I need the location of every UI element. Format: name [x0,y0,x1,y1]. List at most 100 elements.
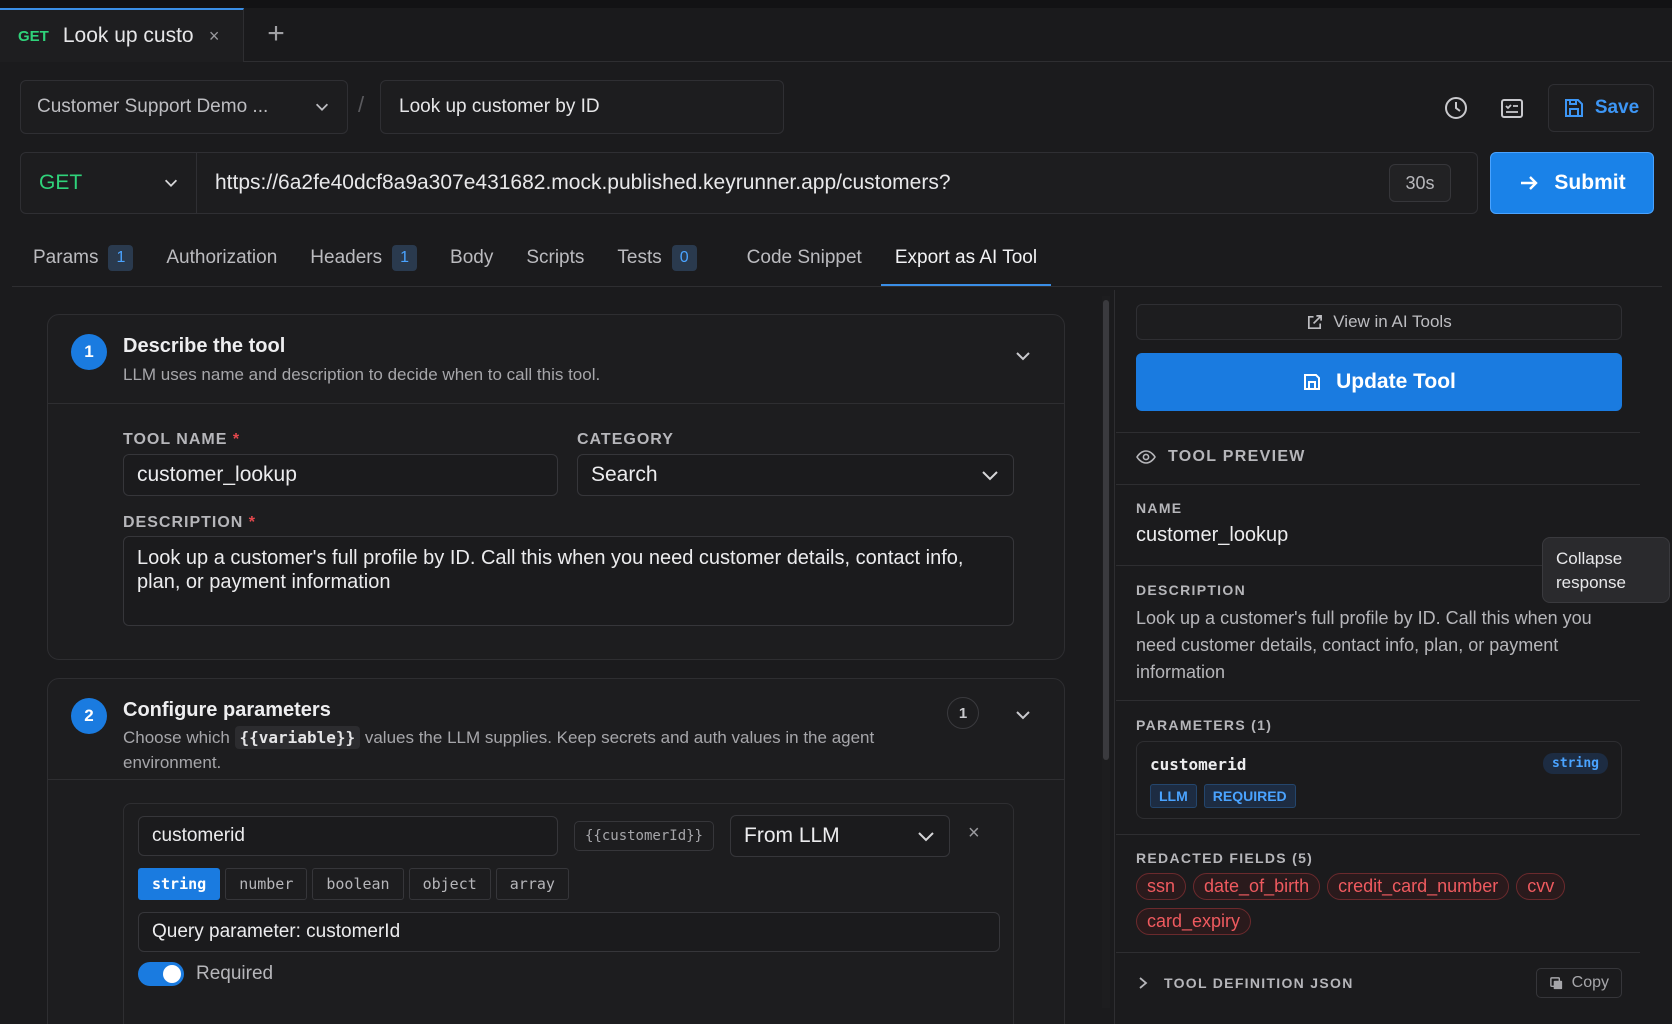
tab-scripts[interactable]: Scripts [526,232,584,284]
request-tabs: Params 1 Authorization Headers 1 Body Scri… [20,232,1070,287]
scrollbar-thumb[interactable] [1103,300,1109,760]
llm-tag: LLM [1150,784,1197,808]
tab-export-ai-tool[interactable]: Export as AI Tool [880,232,1052,287]
tool-name-input[interactable]: customer_lookup [123,454,558,496]
arrow-right-icon [1521,176,1539,190]
tab-title: Look up custo [62,24,194,47]
tab-params[interactable]: Params 1 [33,232,134,284]
tab-authorization[interactable]: Authorization [166,232,277,284]
preview-name-value: customer_lookup [1136,524,1289,546]
tab-label: Scripts [526,247,585,268]
request-tab-bar [0,8,1672,62]
request-tab[interactable]: GET Look up custo × [0,8,244,62]
copy-icon [1549,976,1562,989]
method-value: GET [39,171,83,194]
parameter-name-input[interactable]: customerid [138,816,558,856]
preview-divider [1116,834,1640,835]
submit-label: Submit [1554,171,1626,194]
category-value: Search [591,463,658,486]
preview-param-type: string [1543,753,1608,774]
tab-headers[interactable]: Headers 1 [310,232,418,284]
category-select[interactable]: Search [577,454,1014,496]
chevron-down-icon [315,103,329,111]
redacted-fields-label: REDACTED FIELDS (5) [1136,850,1314,866]
url-input[interactable]: https://6a2fe40dcf8a9a307e431682.mock.pu… [197,171,1389,195]
tab-code-snippet[interactable]: Code Snippet [747,232,862,284]
tool-definition-json-row[interactable]: TOOL DEFINITION JSON Copy [1136,966,1622,1000]
preview-divider [1116,952,1640,953]
type-array-option[interactable]: array [495,868,569,900]
preview-parameter-card: customerid string LLM REQUIRED [1136,741,1622,819]
step-badge: 1 [71,334,107,370]
chevron-down-icon [918,832,934,842]
tab-label: Authorization [166,247,278,268]
chevron-down-icon [982,471,998,481]
new-tab-button[interactable]: + [258,16,294,52]
copy-label: Copy [1571,974,1609,991]
request-name-field[interactable]: Look up customer by ID [380,80,784,134]
configure-parameters-section: 2 Configure parameters Choose which {{va… [47,678,1065,1024]
save-button[interactable]: Save [1548,84,1654,132]
parameter-row: customerid {{customerId}} From LLM × str… [123,803,1014,1024]
external-link-icon [1308,314,1323,329]
tab-count-badge: 1 [392,245,418,271]
history-icon[interactable] [1440,92,1472,124]
source-select[interactable]: From LLM [730,815,950,857]
collection-name: Customer Support Demo ... [37,96,269,117]
required-tag: REQUIRED [1203,784,1296,808]
redacted-field-pill: ssn [1136,873,1187,900]
category-label: CATEGORY [577,431,674,448]
remove-parameter-icon[interactable]: × [968,822,980,845]
tab-close-icon[interactable]: × [209,26,220,47]
type-string-option[interactable]: string [138,868,221,900]
collapse-chevron-icon[interactable] [1013,346,1033,366]
describe-tool-section: 1 Describe the tool LLM uses name and de… [47,314,1065,660]
tab-body[interactable]: Body [450,232,493,284]
timeout-button[interactable]: 30s [1389,164,1451,202]
section-title: Describe the tool [123,335,286,357]
redacted-field-pill: card_expiry [1136,908,1252,935]
tab-label: Params [33,247,99,268]
method-select[interactable]: GET [21,153,197,213]
tab-label: Export as AI Tool [894,247,1038,268]
update-tool-button[interactable]: Update Tool [1136,353,1622,411]
tool-name-label: TOOL NAME * [123,431,241,448]
collapse-chevron-icon[interactable] [1013,705,1033,725]
preview-param-name: customerid [1150,755,1247,774]
type-object-option[interactable]: object [408,868,491,900]
tab-count-badge: 1 [108,245,134,271]
collection-select[interactable]: Customer Support Demo ... [20,80,348,134]
checklist-icon[interactable] [1496,92,1528,124]
tab-label: Body [450,247,494,268]
parameter-description-input[interactable]: Query parameter: customerId [138,912,1000,952]
source-value: From LLM [744,824,840,847]
tab-tests[interactable]: Tests 0 [617,232,697,284]
copy-button[interactable]: Copy [1535,968,1622,998]
preview-description-value: Look up a customer's full profile by ID.… [1136,608,1592,682]
tool-preview-header: TOOL PREVIEW [1136,447,1306,467]
submit-button[interactable]: Submit [1490,152,1654,214]
panel-divider [1114,290,1115,1024]
preview-description-label: DESCRIPTION [1136,582,1246,598]
description-textarea[interactable]: Look up a customer's full profile by ID.… [123,536,1014,626]
view-in-ai-tools-button[interactable]: View in AI Tools [1136,304,1622,340]
save-icon [1304,374,1321,390]
tab-method: GET [18,27,49,45]
required-label: Required [196,963,274,984]
section-subtitle: Choose which {{variable}} values the LLM… [123,726,875,772]
chevron-down-icon [164,179,178,187]
save-label: Save [1594,97,1640,118]
save-icon [1564,99,1583,117]
redacted-field-pill: credit_card_number [1327,873,1510,900]
type-number-option[interactable]: number [225,868,308,900]
url-bar: GET https://6a2fe40dcf8a9a307e431682.moc… [20,152,1478,214]
required-toggle[interactable] [138,962,184,986]
type-boolean-option[interactable]: boolean [312,868,404,900]
tool-preview-title: TOOL PREVIEW [1168,448,1306,465]
tabs-divider [12,286,1662,287]
required-mark: * [232,431,241,448]
breadcrumb-separator: / [358,92,365,117]
update-tool-label: Update Tool [1336,370,1456,393]
parameter-count-badge: 1 [947,697,979,729]
section-divider [48,403,1064,404]
